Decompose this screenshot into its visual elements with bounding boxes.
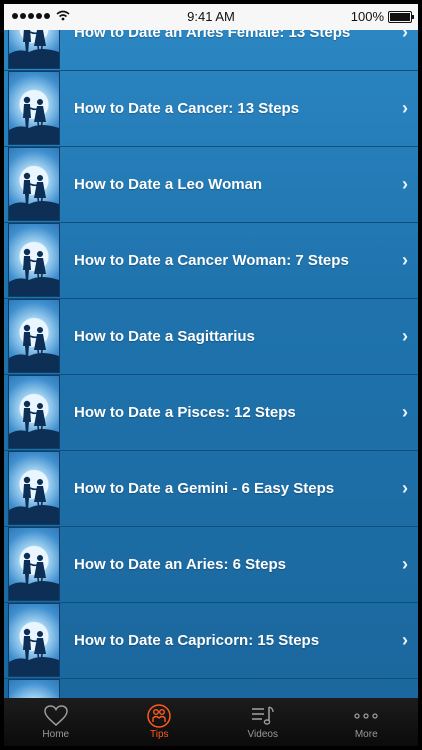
list-item-label: How to Date a Gemini - 6 Easy Steps: [74, 479, 335, 497]
couple-thumbnail: [8, 71, 60, 145]
list-item-label: How to Date an Aries: 6 Steps: [74, 555, 286, 573]
couple-thumbnail: [8, 147, 60, 221]
couple-thumbnail: [8, 527, 60, 601]
list-item[interactable]: How to Date a Cancer: 13 Steps ›: [4, 70, 418, 147]
list-item-label: How to Date a Sagittarius: [74, 327, 255, 345]
status-bar: 9:41 AM 100%: [4, 4, 418, 30]
couple-thumbnail: [8, 299, 60, 373]
couple-icon: [147, 704, 171, 728]
couple-thumbnail: [8, 679, 60, 698]
battery-icon: [388, 10, 414, 23]
tab-more[interactable]: More: [315, 698, 419, 746]
list-item[interactable]: How to Date an Aries Female: 13 Steps ›: [4, 30, 418, 71]
chevron-right-icon: ›: [402, 401, 408, 422]
battery-percent: 100%: [350, 9, 384, 24]
list-item-label: How to Date a Leo Woman: [74, 175, 263, 193]
list-item-label: How to Date a Cancer: 13 Steps: [74, 99, 300, 117]
tab-home[interactable]: Home: [4, 698, 108, 746]
list-item[interactable]: How to Date an Aries: 6 Steps ›: [4, 526, 418, 603]
chevron-right-icon: ›: [402, 325, 408, 346]
couple-thumbnail: [8, 223, 60, 297]
couple-thumbnail: [8, 603, 60, 677]
tab-home-label: Home: [42, 729, 70, 740]
couple-thumbnail: [8, 451, 60, 525]
chevron-right-icon: ›: [402, 477, 408, 498]
list-item[interactable]: How to Date a Gemini - 6 Easy Steps ›: [4, 450, 418, 527]
tab-videos-label: Videos: [247, 729, 278, 740]
app-frame: 9:41 AM 100% How to Date an Aries Female…: [4, 4, 418, 746]
tab-tips[interactable]: Tips: [108, 698, 212, 746]
tab-tips-label: Tips: [149, 729, 169, 740]
chevron-right-icon: ›: [402, 173, 408, 194]
heart-icon: [43, 705, 68, 726]
chevron-right-icon: ›: [402, 553, 408, 574]
music-list-icon: [251, 706, 274, 725]
couple-thumbnail: [8, 375, 60, 449]
chevron-right-icon: ›: [402, 97, 408, 118]
tab-videos[interactable]: Videos: [211, 698, 315, 746]
battery-area: 100%: [350, 9, 414, 24]
list-item-label: How to Date a Pisces: 12 Steps: [74, 403, 296, 421]
tips-list[interactable]: How to Date an Aries Female: 13 Steps › …: [4, 30, 418, 698]
chevron-right-icon: ›: [402, 30, 408, 42]
list-item[interactable]: How to Date a Cancer Woman: 7 Steps ›: [4, 222, 418, 299]
chevron-right-icon: ›: [402, 249, 408, 270]
list-item[interactable]: [4, 678, 418, 698]
list-item[interactable]: How to Date a Leo Woman ›: [4, 146, 418, 223]
tab-more-label: More: [354, 729, 378, 740]
list-item[interactable]: How to Date a Capricorn: 15 Steps ›: [4, 602, 418, 679]
more-dots-icon: [354, 713, 378, 719]
list-item[interactable]: How to Date a Pisces: 12 Steps ›: [4, 374, 418, 451]
tab-bar: Home Tips Videos More: [4, 698, 418, 746]
list-item-label: How to Date a Capricorn: 15 Steps: [74, 631, 320, 649]
chevron-right-icon: ›: [402, 629, 408, 650]
list-item-label: How to Date an Aries Female: 13 Steps: [74, 30, 351, 41]
couple-thumbnail: [8, 30, 60, 69]
list-item[interactable]: How to Date a Sagittarius ›: [4, 298, 418, 375]
list-item-label: How to Date a Cancer Woman: 7 Steps: [74, 251, 349, 269]
